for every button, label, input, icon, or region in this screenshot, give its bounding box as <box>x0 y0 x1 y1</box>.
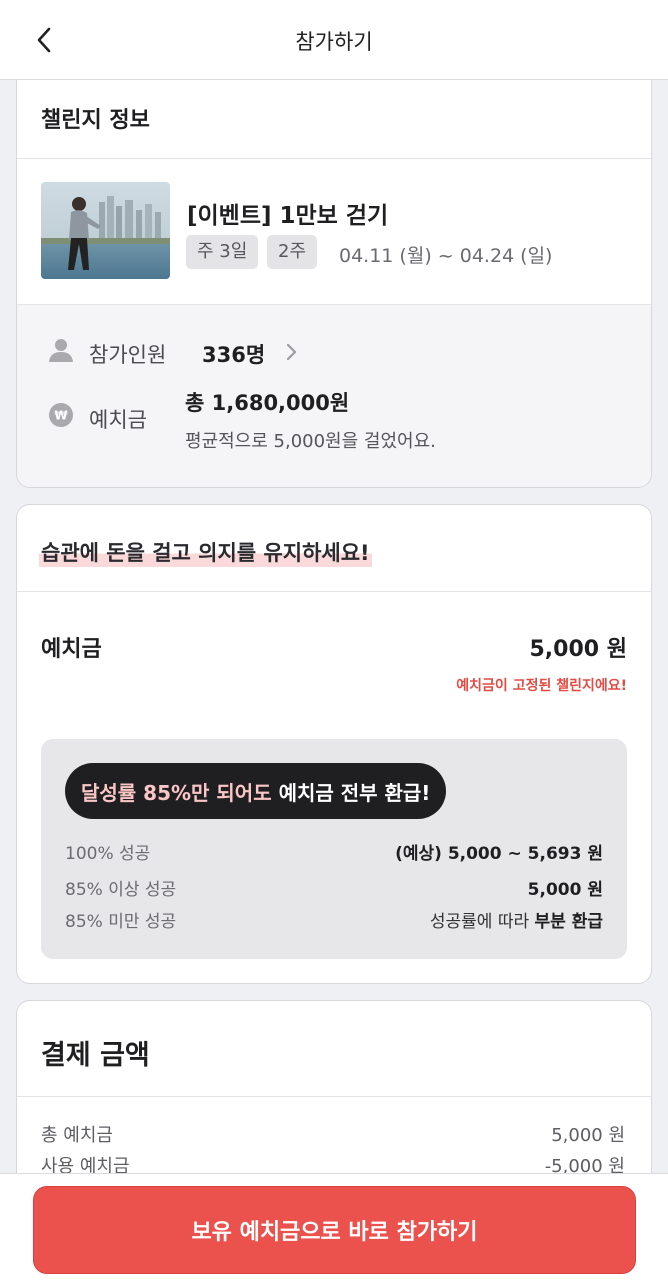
runner-photo-image <box>41 182 170 279</box>
slogan-text: 습관에 돈을 걸고 의지를 유지하세요! <box>39 537 372 567</box>
deposit-total: 총 1,680,000원 <box>185 391 350 415</box>
divider <box>17 1096 651 1097</box>
refund-row-value-prefix: 성공률에 따라 <box>429 912 535 932</box>
deposit-card: 습관에 돈을 걸고 의지를 유지하세요! 예치금 5,000 원 예치금이 고정… <box>16 504 652 984</box>
page-title: 참가하기 <box>295 30 373 54</box>
pill-highlight-text: 달성률 85%만 되어도 <box>81 780 272 805</box>
refund-info-box: 달성률 85%만 되어도 예치금 전부 환급! 100% 성공 (예상) 5,0… <box>41 739 627 959</box>
refund-pill-badge: 달성률 85%만 되어도 예치금 전부 환급! <box>65 763 447 819</box>
challenge-title: [이벤트] 1만보 걷기 <box>187 203 389 229</box>
duration-tag: 2주 <box>267 235 318 269</box>
bottom-action-bar: 보유 예치금으로 바로 참가하기 <box>0 1173 668 1280</box>
section-title: 챌린지 정보 <box>41 108 150 133</box>
refund-row-value: 5,000 원 <box>527 880 603 900</box>
challenge-info-card: 챌린지 정보 [이벤트] 1만보 걷기 주 3일 2주 04.11 (월) ~ … <box>16 62 652 488</box>
payment-row-label: 총 예치금 <box>41 1125 113 1146</box>
payment-row-value: 5,000 원 <box>551 1125 625 1146</box>
participants-count[interactable]: 336명 <box>202 339 265 369</box>
refund-row-label: 85% 이상 성공 <box>65 880 177 900</box>
payment-title: 결제 금액 <box>41 1040 150 1071</box>
pill-text: 예치금 전부 환급! <box>271 780 431 805</box>
refund-row-label: 100% 성공 <box>65 844 151 864</box>
refund-row-value-bold: 부분 환급 <box>534 912 603 932</box>
deposit-label: 예치금 <box>41 637 102 662</box>
person-icon <box>49 339 73 362</box>
deposit-label: 예치금 <box>89 408 147 432</box>
deposit-average-text: 평균적으로 5,000원을 걸었어요. <box>185 431 436 452</box>
divider <box>17 158 651 159</box>
deposit-amount: 5,000 원 <box>529 637 628 662</box>
payment-row: 총 예치금 5,000 원 <box>41 1121 625 1147</box>
top-bar: 참가하기 <box>0 0 668 80</box>
divider <box>17 304 651 305</box>
svg-text:₩: ₩ <box>54 409 68 423</box>
challenge-dates: 04.11 (월) ~ 04.24 (일) <box>339 245 553 267</box>
join-with-deposit-button[interactable]: 보유 예치금으로 바로 참가하기 <box>33 1186 636 1274</box>
challenge-thumbnail[interactable] <box>41 182 170 279</box>
divider <box>17 591 651 592</box>
participants-label: 참가인원 <box>89 343 167 367</box>
chevron-right-icon[interactable] <box>281 340 301 364</box>
deposit-fixed-note: 예치금이 고정된 챌린지에요! <box>456 678 627 694</box>
won-coin-icon: ₩ <box>49 403 73 427</box>
refund-row-label: 85% 미만 성공 <box>65 912 177 932</box>
frequency-tag: 주 3일 <box>186 235 259 269</box>
refund-row-value: (예상) 5,000 ~ 5,693 원 <box>395 844 603 864</box>
